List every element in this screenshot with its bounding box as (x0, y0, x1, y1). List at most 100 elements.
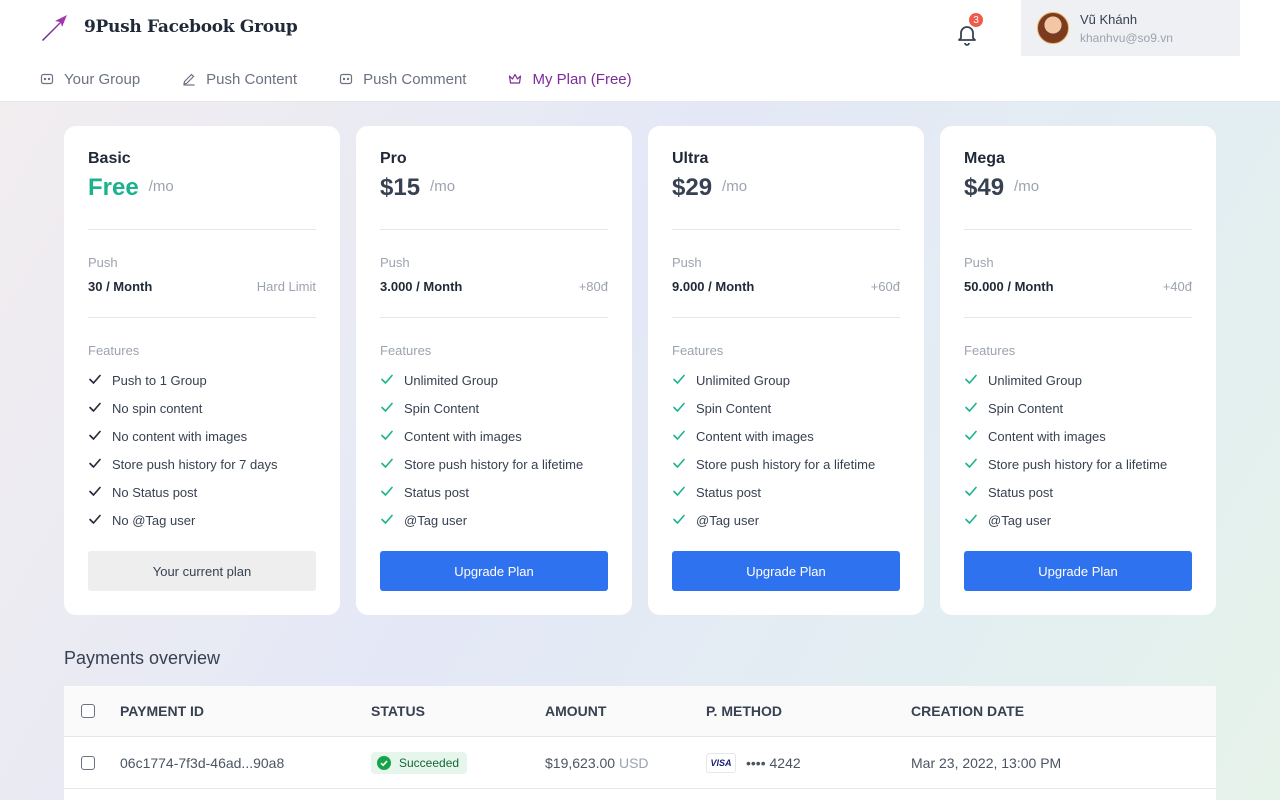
feature-text: Spin Content (404, 400, 480, 416)
column-header-status[interactable]: STATUS (371, 703, 425, 719)
check-icon (88, 428, 104, 444)
push-label: Push (964, 255, 994, 270)
table-row[interactable] (64, 789, 1216, 800)
table-row[interactable]: 06c1774-7f3d-46ad...90a8 Succeeded $19,6… (64, 737, 1216, 789)
feature-text: Store push history for a lifetime (696, 456, 876, 472)
feature-text: Content with images (404, 428, 522, 444)
check-icon (380, 484, 396, 500)
plan-name: Mega (964, 150, 1005, 167)
feature-item: Spin Content (380, 394, 583, 422)
top-header: 9Push Facebook Group 3 Vũ Khánh khanhvu@… (0, 0, 1280, 102)
feature-item: Unlimited Group (672, 366, 875, 394)
user-menu[interactable]: Vũ Khánh khanhvu@so9.vn (1021, 0, 1240, 56)
user-email: khanhvu@so9.vn (1080, 30, 1173, 45)
table-header: PAYMENT ID STATUS AMOUNT P. METHOD CREAT… (64, 686, 1216, 737)
feature-item: No @Tag user (88, 506, 277, 534)
feature-item: Status post (672, 478, 875, 506)
column-header-amount[interactable]: AMOUNT (545, 703, 606, 719)
feature-list: Push to 1 Group No spin content No content… (88, 366, 277, 534)
divider (380, 317, 608, 318)
nav-label: Push Content (206, 70, 298, 88)
price-period: /mo (430, 178, 456, 195)
check-icon (964, 512, 980, 528)
feature-text: Status post (404, 484, 470, 500)
plan-card-ultra: Ultra $29 /mo Push 9.000 / Month +60đ Fe… (648, 126, 924, 615)
feature-item: Store push history for a lifetime (380, 450, 583, 478)
check-icon (964, 400, 980, 416)
check-icon (380, 372, 396, 388)
select-all-checkbox[interactable] (81, 704, 95, 718)
notifications-button[interactable]: 3 (955, 11, 985, 48)
price-row: Free /mo (88, 174, 316, 210)
features-label: Features (672, 343, 724, 358)
nav-item-push-content[interactable]: Push Content (182, 71, 297, 88)
check-icon (964, 372, 980, 388)
upgrade-plan-button-ultra[interactable]: Upgrade Plan (672, 551, 900, 591)
current-plan-button[interactable]: Your current plan (88, 551, 316, 591)
crown-icon (509, 73, 522, 84)
features-label: Features (380, 343, 432, 358)
feature-item: @Tag user (380, 506, 583, 534)
card-number: •••• 4242 (746, 754, 801, 771)
column-header-payment-id[interactable]: PAYMENT ID (120, 703, 204, 719)
status-badge: Succeeded (371, 751, 468, 774)
feature-text: Push to 1 Group (112, 372, 207, 388)
check-icon (380, 428, 396, 444)
nav-item-your-group[interactable]: Your Group (40, 71, 140, 88)
feature-text: No Status post (112, 484, 198, 500)
feature-text: @Tag user (988, 512, 1052, 528)
main-nav: Your Group Push Content Push Comment My … (40, 68, 674, 90)
divider (672, 317, 900, 318)
check-icon (672, 484, 688, 500)
push-extra: +60đ (870, 279, 900, 294)
upgrade-plan-button-mega[interactable]: Upgrade Plan (964, 551, 1192, 591)
push-extra: Hard Limit (256, 279, 316, 294)
feature-item: Content with images (964, 422, 1167, 450)
check-icon (88, 400, 104, 416)
plan-card-mega: Mega $49 /mo Push 50.000 / Month +40đ Fe… (940, 126, 1216, 615)
payments-table: PAYMENT ID STATUS AMOUNT P. METHOD CREAT… (64, 686, 1216, 800)
push-value: 30 / Month (88, 279, 153, 294)
plan-name: Pro (380, 150, 407, 167)
nav-item-my-plan[interactable]: My Plan (Free) (508, 71, 632, 88)
upgrade-plan-button-pro[interactable]: Upgrade Plan (380, 551, 608, 591)
feature-list: Unlimited Group Spin Content Content with … (380, 366, 583, 534)
feature-item: Spin Content (964, 394, 1167, 422)
visa-card-icon: VISA (706, 752, 736, 773)
feature-text: Content with images (988, 428, 1106, 444)
divider (88, 229, 316, 230)
feature-list: Unlimited Group Spin Content Content with … (672, 366, 875, 534)
push-extra: +80đ (578, 279, 608, 294)
feature-text: Status post (988, 484, 1054, 500)
feature-text: Unlimited Group (988, 372, 1082, 388)
group-icon (40, 73, 54, 85)
feature-item: No content with images (88, 422, 277, 450)
price-row: $29 /mo (672, 174, 900, 210)
feature-item: Spin Content (672, 394, 875, 422)
divider (964, 229, 1192, 230)
feature-text: No spin content (112, 400, 203, 416)
check-icon (672, 400, 688, 416)
plan-card-pro: Pro $15 /mo Push 3.000 / Month +80đ Feat… (356, 126, 632, 615)
row-checkbox[interactable] (81, 755, 95, 770)
push-label: Push (672, 255, 702, 270)
app-logo[interactable]: 9Push Facebook Group (40, 12, 298, 42)
column-header-payment-method[interactable]: P. METHOD (706, 703, 782, 719)
push-value: 9.000 / Month (672, 279, 755, 294)
avatar (1037, 12, 1069, 44)
plan-name: Basic (88, 150, 131, 167)
feature-text: Store push history for a lifetime (404, 456, 584, 472)
price-row: $15 /mo (380, 174, 608, 210)
price-period: /mo (722, 178, 748, 195)
feature-item: Store push history for a lifetime (964, 450, 1167, 478)
feature-text: No content with images (112, 428, 248, 444)
column-header-creation-date[interactable]: CREATION DATE (911, 703, 1024, 719)
price-row: $49 /mo (964, 174, 1192, 210)
push-label: Push (380, 255, 410, 270)
feature-text: Store push history for a lifetime (988, 456, 1168, 472)
feature-item: Unlimited Group (380, 366, 583, 394)
divider (964, 317, 1192, 318)
nav-item-push-comment[interactable]: Push Comment (339, 71, 466, 88)
check-icon (88, 484, 104, 500)
nav-label: Your Group (64, 70, 141, 88)
